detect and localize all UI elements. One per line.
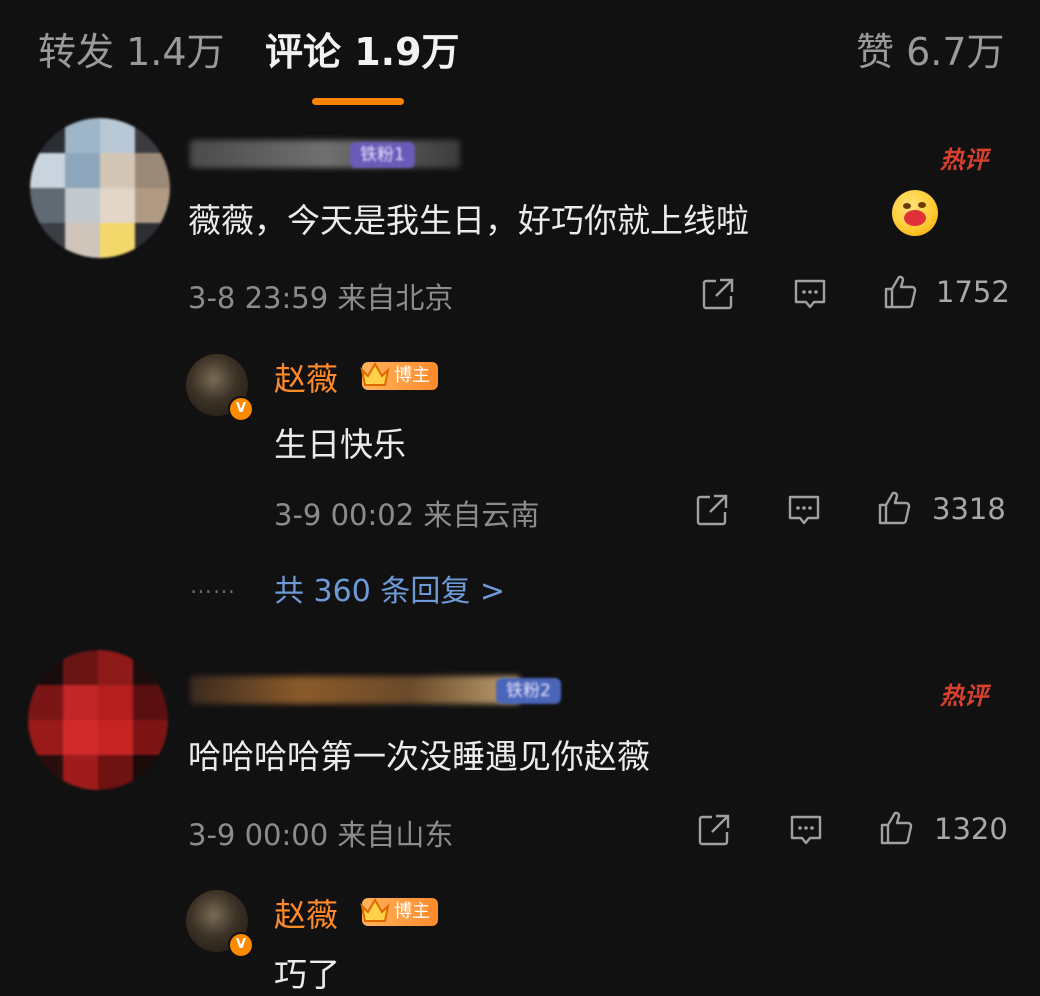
crown-icon — [360, 898, 390, 922]
reply-text: 生日快乐 — [274, 425, 406, 464]
verified-badge: V — [228, 396, 254, 422]
emoji-icon — [892, 190, 938, 236]
like-icon[interactable] — [878, 810, 914, 846]
like-icon[interactable] — [876, 490, 912, 526]
hot-comment-label: 热评 — [940, 146, 988, 174]
comment-icon[interactable] — [788, 812, 824, 848]
view-more-replies-link[interactable]: 共 360 条回复 > — [274, 566, 505, 610]
avatar[interactable] — [28, 650, 168, 790]
comment-timestamp: 3-8 23:59 来自北京 — [188, 281, 454, 315]
tab-comments[interactable]: 评论 1.9万 — [265, 30, 460, 76]
like-count: 1320 — [934, 812, 1008, 846]
blogger-badge-label: 博主 — [394, 365, 430, 386]
like-count: 3318 — [932, 492, 1006, 526]
comment-timestamp: 3-9 00:00 来自山东 — [188, 818, 454, 852]
tab-reposts[interactable]: 转发 1.4万 — [38, 30, 225, 76]
reply-author[interactable]: 赵薇 — [274, 890, 338, 936]
comment-icon[interactable] — [792, 276, 828, 312]
reply-timestamp: 3-9 00:02 来自云南 — [274, 498, 540, 532]
username-blurred[interactable] — [190, 140, 460, 168]
comment-text: 哈哈哈哈第一次没睡遇见你赵薇 — [188, 737, 650, 776]
reply-author[interactable]: 赵薇 — [274, 354, 338, 400]
tab-likes[interactable]: 赞 6.7万 — [856, 30, 1005, 76]
reply-text: 巧了 — [274, 955, 340, 994]
share-icon[interactable] — [694, 492, 730, 528]
fan-badge: 铁粉2 — [496, 678, 561, 704]
share-icon[interactable] — [700, 276, 736, 312]
crown-icon — [360, 362, 390, 386]
active-tab-indicator — [312, 98, 404, 105]
avatar[interactable] — [30, 118, 170, 258]
like-icon[interactable] — [882, 274, 918, 310]
username-blurred[interactable] — [190, 676, 520, 704]
comment-icon[interactable] — [786, 492, 822, 528]
blogger-badge-label: 博主 — [394, 901, 430, 922]
verified-badge: V — [228, 932, 254, 958]
blogger-badge: 博主 — [360, 362, 438, 390]
hot-comment-label: 热评 — [940, 682, 988, 710]
fan-badge: 铁粉1 — [350, 142, 415, 168]
blogger-badge: 博主 — [360, 898, 438, 926]
comment-text: 薇薇，今天是我生日，好巧你就上线啦 — [188, 201, 749, 240]
share-icon[interactable] — [696, 812, 732, 848]
like-count: 1752 — [936, 275, 1010, 309]
reply-separator: …… — [190, 574, 236, 599]
